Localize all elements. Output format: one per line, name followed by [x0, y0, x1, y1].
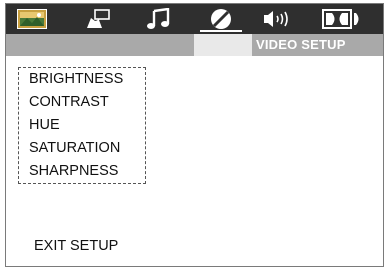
language-setup-icon	[87, 9, 110, 28]
video-setup-icon	[211, 9, 231, 29]
section-header-bar: VIDEO SETUP	[6, 34, 383, 56]
menu-item-sharpness[interactable]: SHARPNESS	[19, 160, 145, 183]
tab-language-setup[interactable]	[80, 4, 116, 34]
speaker-setup-icon	[264, 11, 288, 27]
tab-dolby-digital-setup[interactable]	[318, 4, 366, 34]
setup-toolbar	[6, 4, 383, 34]
tab-video-setup[interactable]	[196, 4, 246, 34]
exit-setup-button[interactable]: EXIT SETUP	[34, 238, 118, 254]
audio-setup-icon	[147, 8, 170, 29]
tab-audio-setup[interactable]	[140, 4, 176, 34]
menu-item-contrast[interactable]: CONTRAST	[19, 91, 145, 114]
tab-speaker-setup[interactable]	[258, 4, 298, 34]
menu-item-saturation[interactable]: SATURATION	[19, 137, 145, 160]
menu-item-brightness[interactable]: BRIGHTNESS	[19, 68, 145, 91]
menu-item-hue[interactable]: HUE	[19, 114, 145, 137]
dolby-digital-setup-icon	[322, 9, 359, 29]
general-setup-icon	[17, 9, 47, 29]
video-setup-menu: BRIGHTNESS CONTRAST HUE SATURATION SHARP…	[18, 67, 146, 184]
page-title: VIDEO SETUP	[256, 37, 346, 52]
active-tab-indicator	[194, 34, 252, 56]
dvd-setup-screen: VIDEO SETUP BRIGHTNESS CONTRAST HUE SATU…	[5, 3, 384, 267]
tab-general-setup[interactable]	[12, 4, 52, 34]
